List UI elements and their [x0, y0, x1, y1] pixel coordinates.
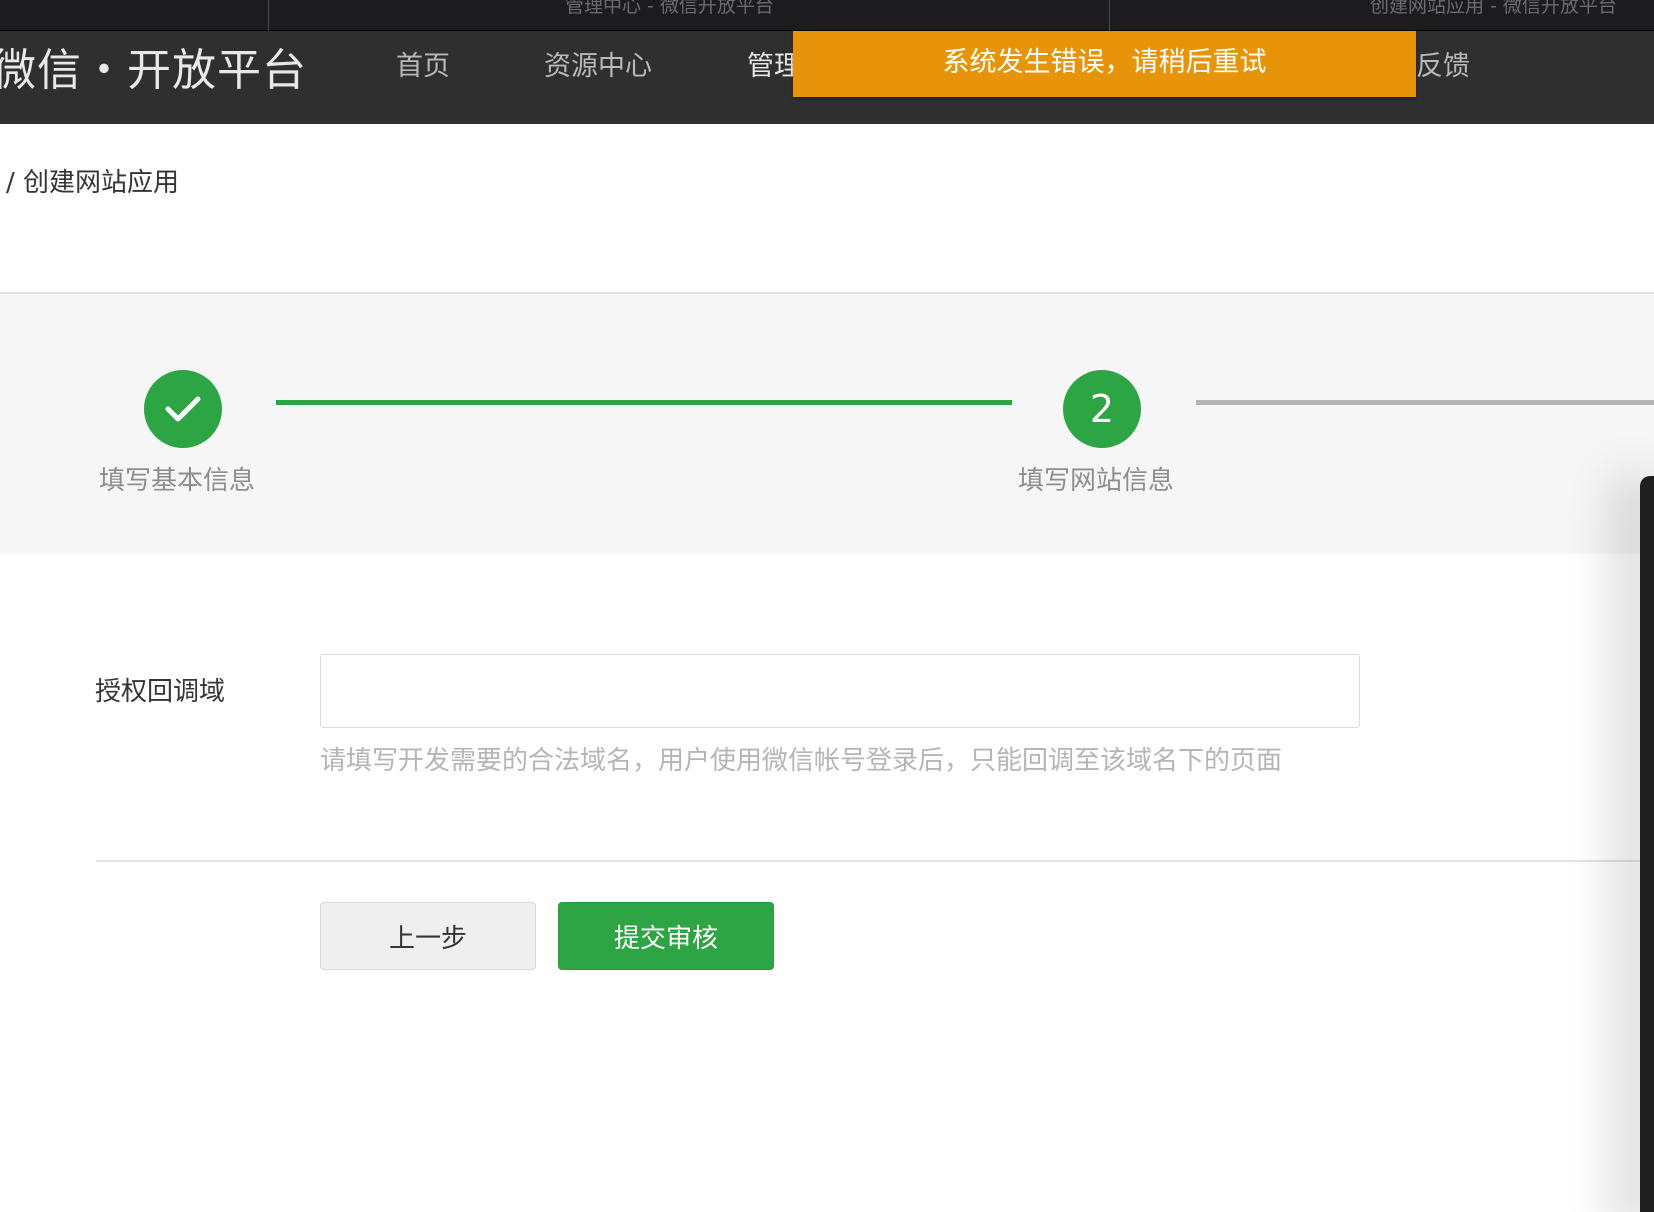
breadcrumb: / 创建网站应用: [6, 168, 180, 198]
step-2-indicator: 2: [1063, 370, 1141, 448]
submit-review-button[interactable]: 提交审核: [558, 902, 774, 970]
browser-tab-create-website-app[interactable]: 创建网站应用 - 微信开放平台: [1109, 0, 1654, 31]
step-2-label: 填写网站信息: [1018, 466, 1175, 496]
step-connector-pending: [1196, 400, 1654, 405]
callback-domain-label: 授权回调域: [95, 677, 226, 707]
progress-steps: 2 填写基本信息 填写网站信息: [0, 294, 1654, 554]
error-toast: 系统发生错误，请稍后重试: [793, 31, 1416, 97]
callback-domain-input[interactable]: [320, 654, 1360, 728]
browser-tab-strip: 管理中心 - 微信开放平台 创建网站应用 - 微信开放平台: [0, 0, 1654, 31]
overlay-panel-edge: [1640, 476, 1654, 1212]
browser-tab-title: 创建网站应用 - 微信开放平台: [1370, 0, 1617, 17]
divider: [96, 860, 1654, 862]
callback-domain-tip: 请填写开发需要的合法域名，用户使用微信帐号登录后，只能回调至该域名下的页面: [320, 746, 1283, 776]
previous-step-button[interactable]: 上一步: [320, 902, 536, 970]
nav-home[interactable]: 首页: [396, 44, 450, 83]
browser-tab-management-center[interactable]: 管理中心 - 微信开放平台: [268, 0, 1110, 31]
step-1-label: 填写基本信息: [99, 466, 256, 496]
site-logo[interactable]: 微信・开放平台: [0, 34, 307, 98]
nav-resource-center[interactable]: 资源中心: [544, 44, 652, 83]
nav-feedback[interactable]: 反馈: [1416, 44, 1470, 83]
browser-tab-title: 管理中心 - 微信开放平台: [565, 0, 774, 17]
step-1-indicator: [144, 370, 222, 448]
check-icon: [163, 393, 203, 425]
step-connector-complete: [276, 400, 1012, 405]
